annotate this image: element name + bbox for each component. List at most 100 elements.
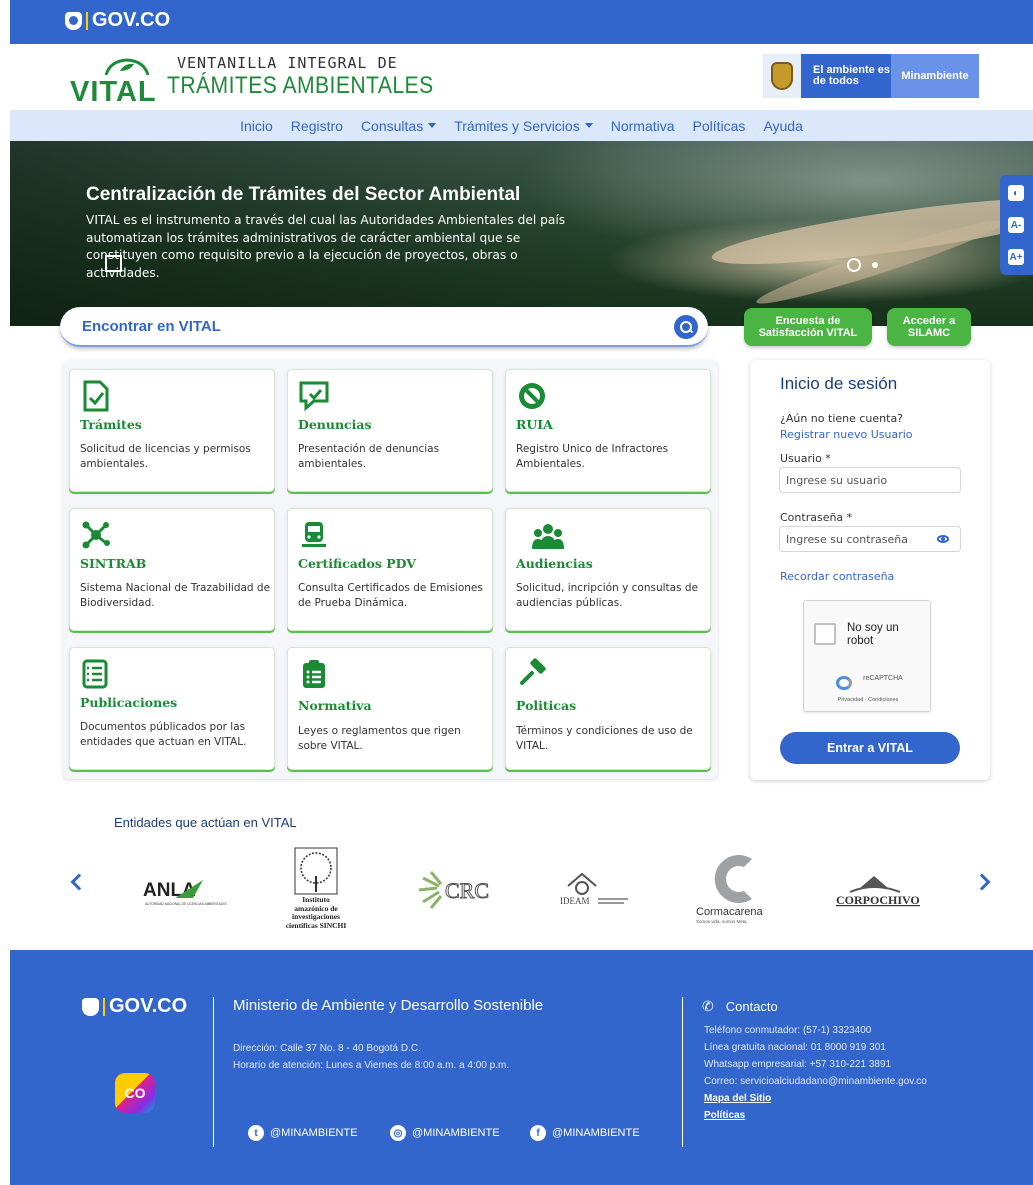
silamc-label: Acceder a SILAMC [902, 315, 956, 339]
search-bar[interactable]: Encontrar en VITAL [60, 307, 708, 347]
email-text: Correo: servicioalciudadano@minambiente.… [704, 1076, 927, 1087]
login-submit-button[interactable]: Entrar a VITAL [780, 732, 960, 764]
entity-logo-anla[interactable]: ANLA AUTORIDAD NACIONAL DE LICENCIAS AMB… [135, 850, 230, 930]
contact-heading: ✆ Contacto [702, 998, 778, 1015]
toll-free-text: Línea gratuita nacional: 01 8000 919 301 [704, 1042, 886, 1053]
services-grid: Trámites Solicitud de licencias y permis… [63, 360, 718, 779]
govco-logo[interactable]: GOV.CO [65, 9, 170, 32]
remember-password-link[interactable]: Recordar contraseña [780, 570, 894, 583]
card-desc: Solicitud de licencias y permisos ambien… [80, 443, 251, 470]
card-desc: Consulta Certificados de Emisiones de Pr… [298, 582, 483, 609]
nav-label: Trámites y Servicios [454, 117, 580, 134]
nav-item-registro[interactable]: Registro [291, 118, 343, 134]
nav-label: Normativa [610, 117, 675, 134]
card-audiencias[interactable]: Audiencias Solicitud, incripción y consu… [505, 508, 711, 631]
vital-title-line1: VENTANILLA INTEGRAL DE [177, 54, 398, 72]
increase-font-icon[interactable]: A+ [1008, 249, 1024, 265]
crc-logo: CRC [418, 871, 490, 909]
no-account-text: ¿Aún no tiene cuenta? [780, 412, 904, 425]
carousel-dot[interactable] [872, 262, 878, 268]
main-nav: Inicio Registro Consultas Trámites y Ser… [10, 110, 1033, 141]
card-desc: Sistema Nacional de Trazabilidad de Biod… [80, 582, 271, 609]
co-brand-badge[interactable]: CO [115, 1073, 155, 1113]
sinchi-logo: Instituto amazónico de investigaciones c… [286, 847, 346, 929]
entity-logo-ideam[interactable]: IDEAM [550, 850, 640, 930]
shield-icon [82, 997, 99, 1016]
partner-logo[interactable]: El ambiente es de todos Minambiente [763, 54, 979, 98]
nav-item-tramites[interactable]: Trámites y Servicios [454, 118, 593, 134]
recaptcha-checkbox[interactable] [814, 623, 836, 645]
facebook-link[interactable]: f @MINAMBIENTE [530, 1125, 640, 1141]
card-publicaciones[interactable]: Publicaciones Documentos públicados por … [69, 647, 275, 770]
ministry-name: Ministerio de Ambiente y Desarrollo Sost… [233, 997, 544, 1014]
nav-item-ayuda[interactable]: Ayuda [763, 118, 802, 134]
hero-carousel: Centralización de Trámites del Sector Am… [10, 141, 1033, 326]
password-field[interactable]: Ingrese su contraseña [779, 526, 961, 552]
chevron-right-icon[interactable] [973, 873, 991, 891]
ministry-info: Dirección: Calle 37 No. 8 - 40 Bogotá D.… [233, 1040, 509, 1074]
card-ruia[interactable]: RUIA Registro Unico de Infractores Ambie… [505, 369, 711, 492]
entity-logo-corpochivor[interactable]: CORPOCHIVOR [830, 850, 920, 930]
silamc-button[interactable]: Acceder a SILAMC [887, 308, 971, 346]
login-panel: Inicio de sesión ¿Aún no tiene cuenta? R… [750, 360, 990, 780]
card-title: Publicaciones [80, 695, 178, 710]
card-normativa[interactable]: Normativa Leyes o reglamentos que rigen … [287, 647, 493, 770]
gov-bar: GOV.CO [10, 0, 1033, 44]
survey-label: Encuesta de Satisfacción VITAL [758, 315, 858, 339]
policies-link[interactable]: Políticas [704, 1107, 927, 1124]
bus-icon [302, 522, 326, 547]
entity-name: CORPOCHIVOR [836, 893, 920, 907]
submit-label: Entrar a VITAL [827, 741, 913, 755]
card-politicas[interactable]: Politicas Términos y condiciones de uso … [505, 647, 711, 770]
card-certificados[interactable]: Certificados PDV Consulta Certificados d… [287, 508, 493, 631]
hero-text: VITAL es el instrumento a través del cua… [86, 213, 566, 280]
sitemap-link[interactable]: Mapa del Sitio [704, 1090, 927, 1107]
recaptcha-privacy-links[interactable]: Privacidad - Condiciones [804, 697, 932, 703]
card-desc: Términos y condiciones de uso de VITAL. [516, 725, 693, 752]
chevron-left-icon[interactable] [70, 873, 88, 891]
twitter-link[interactable]: t @MINAMBIENTE [248, 1125, 358, 1141]
entity-subtitle: Somos vida, somos Meta [696, 919, 747, 924]
ambiente-logo-text: El ambiente es de todos [801, 54, 891, 98]
register-link[interactable]: Registrar nuevo Usuario [780, 428, 913, 441]
caret-down-icon [428, 123, 437, 128]
entity-logo-cormacarena[interactable]: Cormacarena Somos vida, somos Meta [690, 845, 790, 930]
card-sintrab[interactable]: SINTRAB Sistema Nacional de Trazabilidad… [69, 508, 275, 631]
entity-logo-crc[interactable]: CRC [415, 850, 500, 930]
govco-text: GOV.CO [92, 9, 171, 31]
nav-label: Políticas [692, 117, 746, 134]
vital-title-line2: TRÁMITES AMBIENTALES [167, 72, 434, 99]
card-desc: Leyes o reglamentos que rigen sobre VITA… [298, 725, 461, 752]
carousel-dot-active[interactable] [847, 258, 861, 272]
card-title: Politicas [516, 698, 577, 713]
list-icon [82, 659, 108, 689]
decrease-font-icon[interactable]: A- [1008, 217, 1024, 233]
survey-button[interactable]: Encuesta de Satisfacción VITAL [744, 308, 872, 346]
username-field[interactable]: Ingrese su usuario [779, 467, 961, 493]
nav-item-inicio[interactable]: Inicio [240, 118, 273, 134]
eye-icon[interactable] [937, 535, 949, 543]
entity-name: Cormacarena [696, 906, 764, 918]
nav-item-consultas[interactable]: Consultas [361, 118, 437, 134]
vital-wordmark: VITAL [70, 76, 157, 108]
entity-logo-sinchi[interactable]: Instituto amazónico de investigaciones c… [285, 845, 347, 935]
username-placeholder: Ingrese su usuario [786, 474, 888, 487]
site-footer: GOV.CO CO Ministerio de Ambiente y Desar… [10, 950, 1033, 1185]
footer-divider [682, 997, 683, 1147]
cursor-box-icon [105, 255, 122, 272]
password-label: Contraseña * [780, 511, 853, 524]
search-icon[interactable] [674, 315, 698, 339]
contrast-icon[interactable]: ◐ [1008, 185, 1024, 201]
card-desc: Presentación de denuncias ambientales. [298, 443, 440, 470]
card-tramites[interactable]: Trámites Solicitud de licencias y permis… [69, 369, 275, 492]
nav-item-politicas[interactable]: Políticas [693, 118, 746, 134]
footer-govco-logo[interactable]: GOV.CO [82, 995, 187, 1018]
entity-name: IDEAM [560, 896, 590, 906]
nav-item-normativa[interactable]: Normativa [611, 118, 675, 134]
ideam-logo: IDEAM [560, 872, 628, 906]
instagram-link[interactable]: ◎ @MINAMBIENTE [390, 1125, 500, 1141]
social-handle: @MINAMBIENTE [552, 1127, 640, 1139]
phone-icon: ✆ [702, 998, 714, 1014]
card-denuncias[interactable]: Denuncias Presentación de denuncias ambi… [287, 369, 493, 492]
accessibility-bar: ◐ A- A+ [1000, 175, 1033, 275]
